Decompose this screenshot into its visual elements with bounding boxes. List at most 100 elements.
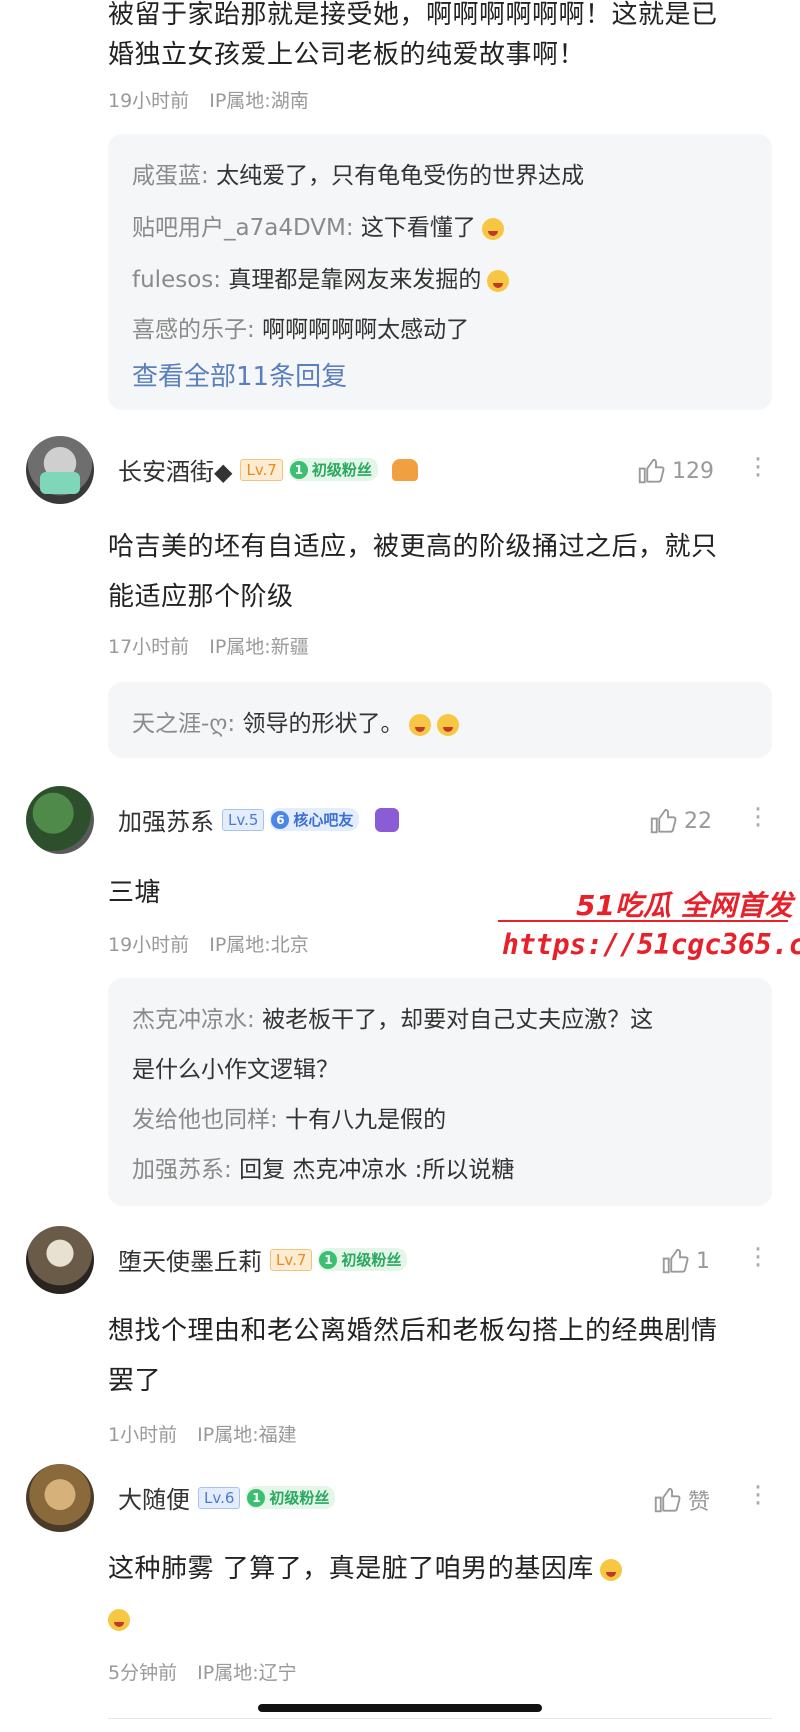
reply-item[interactable]: 贴吧用户_a7a4DVM: 这下看懂了 xyxy=(132,208,504,242)
reply-item[interactable]: 发给他也同样: 十有八九是假的 xyxy=(132,1100,446,1134)
fan-label: 初级粉丝 xyxy=(269,1489,330,1507)
emoji-icon xyxy=(599,1558,622,1581)
comment-text-line xyxy=(108,1594,130,1644)
thumbs-up-icon xyxy=(654,1487,681,1513)
like-count: 1 xyxy=(696,1248,710,1274)
fan-level-icon: 1 xyxy=(319,1250,338,1269)
watermark-divider xyxy=(498,920,788,922)
reply-author[interactable]: fulesos: xyxy=(132,267,221,293)
comment-ip: IP属地:湖南 xyxy=(209,90,309,112)
comment-meta: 19小时前 IP属地:北京 xyxy=(108,930,309,957)
username[interactable]: 加强苏系 xyxy=(118,802,214,837)
avatar[interactable] xyxy=(26,1464,94,1532)
emoji-icon xyxy=(108,1608,130,1631)
reply-item: 是什么小作文逻辑？ xyxy=(132,1050,339,1084)
avatar[interactable] xyxy=(26,436,94,504)
level-badge: Lv.7 xyxy=(270,1248,313,1271)
reply-item[interactable]: 天之涯-ღ: 领导的形状了。 xyxy=(132,704,460,738)
reply-author[interactable]: 喜感的乐子: xyxy=(132,317,255,343)
reply-text: 十有八九是假的 xyxy=(285,1107,447,1133)
reply-author[interactable]: 天之涯-ღ: xyxy=(132,711,235,737)
like-button[interactable]: 赞 xyxy=(652,1484,710,1516)
reply-text: 被老板干了，却要对自己丈夫应激？这 xyxy=(262,1007,654,1033)
fan-badge: 1 初级粉丝 xyxy=(288,458,378,481)
comment-ip: IP属地:新疆 xyxy=(209,636,309,658)
fan-level-icon: 6 xyxy=(271,810,290,829)
medal-icon xyxy=(391,458,418,481)
comment-text-line: 能适应那个阶级 xyxy=(108,582,294,612)
fan-badge: 1 初级粉丝 xyxy=(318,1248,408,1271)
comment-text: 这种肺雾 了算了，真是脏了咱男的基因库 xyxy=(108,1554,594,1584)
comment-text-line: 这种肺雾 了算了，真是脏了咱男的基因库 xyxy=(108,1544,622,1594)
reply-author[interactable]: 杰克冲凉水: xyxy=(132,1007,255,1033)
reply-text: 是什么小作文逻辑？ xyxy=(132,1057,339,1083)
username[interactable]: 堕天使墨丘莉 xyxy=(118,1242,262,1277)
watermark-brand: 51吃瓜 全网首发 xyxy=(576,889,793,922)
more-options-icon[interactable]: · · · xyxy=(748,447,768,489)
comment-ip: IP属地:辽宁 xyxy=(197,1662,297,1684)
thumbs-up-icon xyxy=(650,808,677,834)
fan-badge: 6 核心吧友 xyxy=(270,808,360,831)
user-info: 长安酒街◆ Lv.7 1 初级粉丝 xyxy=(118,452,418,487)
reply-text: 太纯爱了，只有龟龟受伤的世界达成 xyxy=(216,163,585,189)
more-options-icon[interactable]: · · · xyxy=(748,1475,768,1517)
reply-author[interactable]: 咸蛋蓝: xyxy=(132,163,209,189)
reply-item[interactable]: 喜感的乐子: 啊啊啊啊啊太感动了 xyxy=(132,310,469,344)
fan-label: 初级粉丝 xyxy=(311,461,372,479)
emoji-icon xyxy=(437,713,460,736)
like-button[interactable]: 129 xyxy=(636,456,714,486)
comment-time: 5分钟前 xyxy=(108,1662,178,1684)
fan-level-icon: 1 xyxy=(289,460,308,479)
reply-text: 领导的形状了。 xyxy=(242,711,404,737)
fan-badge: 1 初级粉丝 xyxy=(246,1486,336,1509)
comment-ip: IP属地:福建 xyxy=(197,1424,297,1446)
fan-label: 初级粉丝 xyxy=(341,1251,402,1269)
reply-item[interactable]: fulesos: 真理都是靠网友来发掘的 xyxy=(132,260,510,294)
watermark-url: https://51cgc365.com xyxy=(502,928,800,961)
emoji-icon xyxy=(481,217,504,240)
reply-box: 杰克冲凉水: 被老板干了，却要对自己丈夫应激？这 是什么小作文逻辑？ 发给他也同… xyxy=(108,978,772,1206)
avatar[interactable] xyxy=(26,786,94,854)
comment-text-line: 罢了 xyxy=(108,1366,162,1396)
comment-time: 1小时前 xyxy=(108,1424,178,1446)
level-badge: Lv.6 xyxy=(198,1486,241,1509)
comment-text-line: 想找个理由和老公离婚然后和老板勾搭上的经典剧情 xyxy=(108,1316,718,1346)
comment-text-line: 三塘 xyxy=(108,878,162,908)
divider xyxy=(108,1718,772,1719)
comment-meta: 17小时前 IP属地:新疆 xyxy=(108,632,309,659)
comment-text-line: 哈吉美的坯有自适应，被更高的阶级捅过之后，就只 xyxy=(108,532,718,562)
level-badge: Lv.5 xyxy=(222,808,265,831)
view-all-replies-link[interactable]: 查看全部11条回复 xyxy=(132,356,347,393)
fan-level-icon: 1 xyxy=(247,1488,266,1507)
user-info: 加强苏系 Lv.5 6 核心吧友 xyxy=(118,802,400,837)
home-indicator[interactable] xyxy=(258,1704,542,1712)
reply-author[interactable]: 发给他也同样: xyxy=(132,1107,278,1133)
medal-icon xyxy=(375,807,400,832)
more-options-icon[interactable]: · · · xyxy=(748,1237,768,1279)
reply-box: 天之涯-ღ: 领导的形状了。 xyxy=(108,682,772,758)
reply-item[interactable]: 加强苏系: 回复 杰克冲凉水 :所以说糖 xyxy=(132,1150,514,1184)
level-badge: Lv.7 xyxy=(240,458,283,481)
like-button[interactable]: 22 xyxy=(648,806,712,836)
emoji-icon xyxy=(487,269,510,292)
more-options-icon[interactable]: · · · xyxy=(748,797,768,839)
thumbs-up-icon xyxy=(662,1248,689,1274)
username[interactable]: 长安酒街◆ xyxy=(118,452,232,487)
avatar[interactable] xyxy=(26,1226,94,1294)
comment-ip: IP属地:北京 xyxy=(209,934,309,956)
comment-meta: 1小时前 IP属地:福建 xyxy=(108,1420,297,1447)
like-button[interactable]: 1 xyxy=(660,1246,710,1276)
avatar-mask-icon xyxy=(40,472,80,494)
reply-author[interactable]: 加强苏系: xyxy=(132,1157,232,1183)
reply-item[interactable]: 杰克冲凉水: 被老板干了，却要对自己丈夫应激？这 xyxy=(132,1000,653,1034)
user-info: 大随便 Lv.6 1 初级粉丝 xyxy=(118,1480,336,1515)
reply-text: 回复 杰克冲凉水 :所以说糖 xyxy=(239,1157,515,1183)
reply-author[interactable]: 贴吧用户_a7a4DVM: xyxy=(132,215,354,241)
reply-text: 啊啊啊啊啊太感动了 xyxy=(262,317,470,343)
emoji-icon xyxy=(409,713,432,736)
username[interactable]: 大随便 xyxy=(118,1480,190,1515)
reply-text: 真理都是靠网友来发掘的 xyxy=(228,267,482,293)
like-count: 129 xyxy=(672,458,714,484)
user-info: 堕天使墨丘莉 Lv.7 1 初级粉丝 xyxy=(118,1242,408,1277)
reply-item[interactable]: 咸蛋蓝: 太纯爱了，只有龟龟受伤的世界达成 xyxy=(132,156,584,190)
